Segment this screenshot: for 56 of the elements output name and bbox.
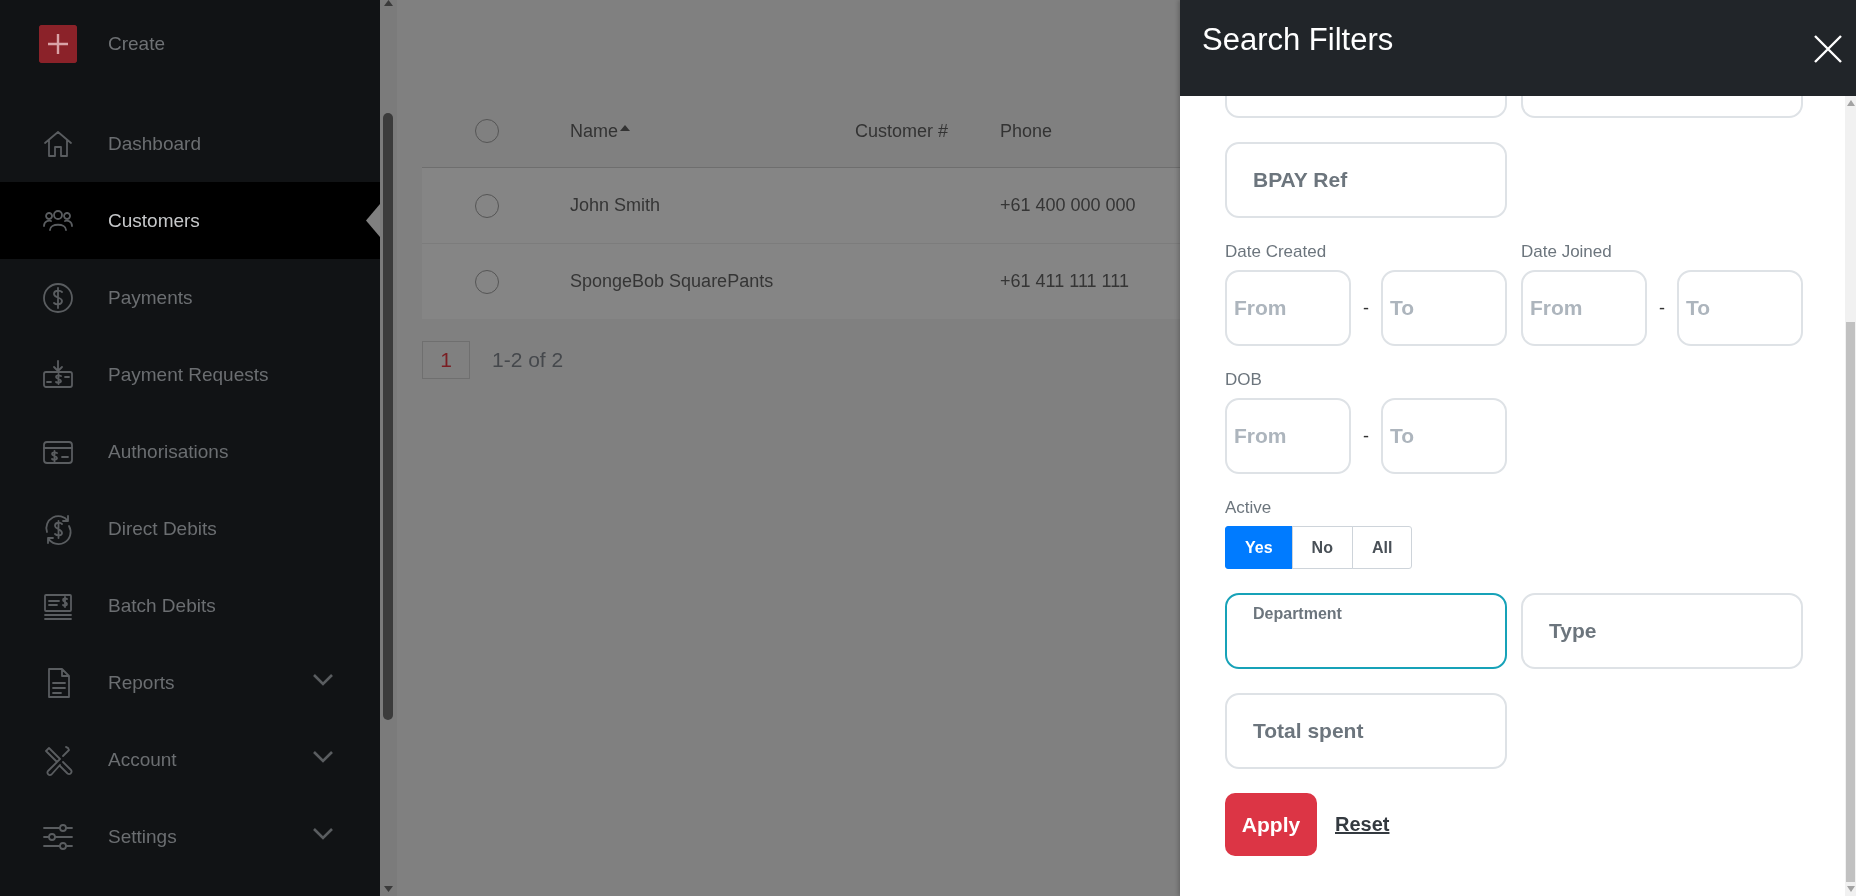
range-separator: - xyxy=(1659,297,1665,319)
apply-button[interactable]: Apply xyxy=(1225,793,1317,856)
page-summary: 1-2 of 2 xyxy=(492,348,564,372)
nav-item[interactable]: Payment Requests xyxy=(0,336,380,413)
scrollbar-thumb[interactable] xyxy=(383,113,393,720)
column-header[interactable]: Customer # xyxy=(855,120,949,142)
scroll-down-icon[interactable] xyxy=(384,886,393,892)
table-cell: +61 400 000 000 xyxy=(1000,195,1136,216)
nav-item[interactable]: Reports xyxy=(0,644,380,721)
chevron-down-icon xyxy=(312,673,334,687)
field-label: DOB xyxy=(1225,370,1263,391)
date-to-field[interactable]: To xyxy=(1677,270,1803,346)
reset-link[interactable]: Reset xyxy=(1335,813,1390,836)
column-header[interactable]: Name xyxy=(570,120,630,142)
scrollbar-thumb[interactable] xyxy=(1846,322,1855,882)
date-to-field[interactable]: To xyxy=(1381,398,1507,474)
nav-item[interactable]: Settings xyxy=(0,798,380,875)
nav-item[interactable]: Batch Debits xyxy=(0,567,380,644)
close-icon[interactable] xyxy=(1814,35,1842,63)
nav-item[interactable]: Authorisations xyxy=(0,413,380,490)
nav-item[interactable]: Account xyxy=(0,721,380,798)
nav-item[interactable]: Payments xyxy=(0,259,380,336)
dollar-circle-icon xyxy=(41,280,75,315)
date-to-field[interactable]: To xyxy=(1381,270,1507,346)
toggle-option[interactable]: All xyxy=(1351,526,1413,569)
chevron-down-icon xyxy=(312,750,334,764)
create-button[interactable]: Create xyxy=(0,0,380,88)
table-cell: SpongeBob SquarePants xyxy=(570,271,774,292)
table-cell: +61 411 111 111 xyxy=(1000,271,1129,292)
input-field[interactable]: Total spent xyxy=(1225,693,1507,769)
date-from-field[interactable]: From xyxy=(1521,270,1647,346)
field-label: Date Joined xyxy=(1521,242,1613,263)
plus-icon xyxy=(39,25,77,63)
nav-item[interactable]: Customers xyxy=(0,182,380,259)
input-field[interactable]: Type xyxy=(1521,593,1803,669)
chevron-down-icon xyxy=(312,827,334,841)
scroll-down-icon[interactable] xyxy=(1847,886,1855,892)
scroll-up-icon[interactable] xyxy=(384,0,393,6)
toggle-option[interactable]: No xyxy=(1291,526,1353,569)
date-from-field[interactable]: From xyxy=(1225,270,1351,346)
field-label: Active xyxy=(1225,498,1273,519)
column-header[interactable]: Phone xyxy=(1000,120,1053,142)
nav-item[interactable]: Dashboard xyxy=(0,105,380,182)
table-cell: John Smith xyxy=(570,195,661,216)
range-separator: - xyxy=(1363,297,1369,319)
field-label: Date Created xyxy=(1225,242,1328,263)
nav-item[interactable]: Direct Debits xyxy=(0,490,380,567)
panel-title: Search Filters xyxy=(1202,22,1394,58)
range-separator: - xyxy=(1363,425,1369,447)
toggle-option[interactable]: Yes xyxy=(1225,526,1293,569)
page-button[interactable]: 1 xyxy=(422,341,470,379)
input-field[interactable]: Department xyxy=(1225,593,1507,669)
date-from-field[interactable]: From xyxy=(1225,398,1351,474)
scroll-up-icon[interactable] xyxy=(1847,100,1855,106)
input-field[interactable]: BPAY Ref xyxy=(1225,142,1507,218)
sort-up-icon xyxy=(620,124,630,131)
